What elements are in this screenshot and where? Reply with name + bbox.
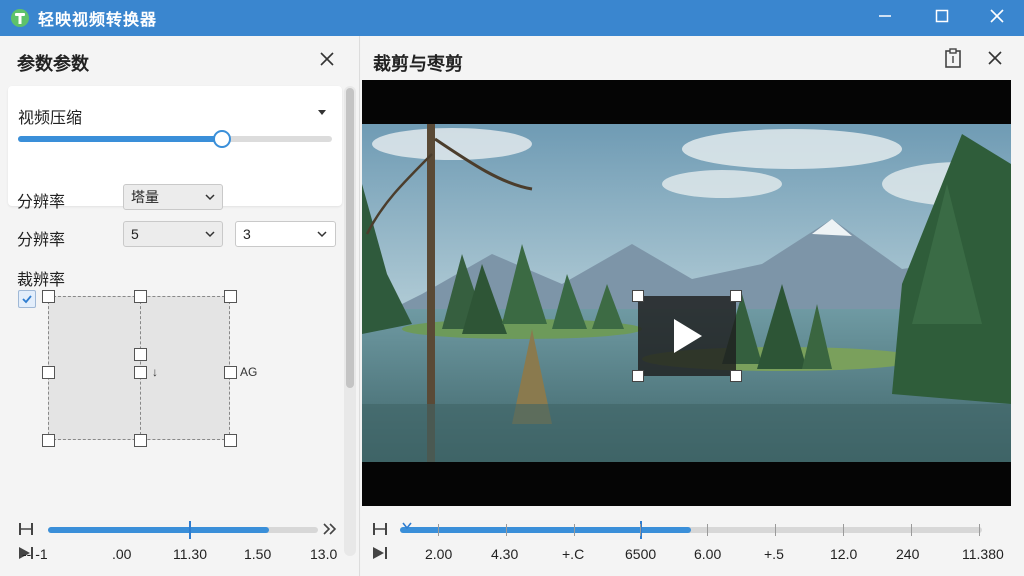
checkmark-icon <box>22 295 32 304</box>
timeline-tick <box>843 524 844 536</box>
right-timeline-label: 2.00 <box>425 546 453 562</box>
close-window-button[interactable] <box>972 0 1022 36</box>
resolution-select-b[interactable]: 3 <box>235 221 336 247</box>
timeline-tick <box>979 524 980 536</box>
resolution-label: 分辨率 <box>17 194 66 211</box>
skip-start-icon-right[interactable] <box>372 522 388 541</box>
right-timeline-label: 11.380 <box>962 546 1004 562</box>
left-timeline-label: 1.50 <box>244 546 272 562</box>
crop-value-text-2: AG <box>240 365 258 379</box>
crop-checkbox[interactable] <box>18 290 36 308</box>
clipboard-icon <box>944 47 962 73</box>
parameters-title: 参数参数 <box>17 54 89 74</box>
video-crop-handle-top-right[interactable] <box>730 290 742 302</box>
left-timeline-label: 11.30 <box>173 546 207 562</box>
maximize-icon <box>935 9 949 28</box>
compression-label: 视频压缩 <box>18 110 83 127</box>
dropdown-arrow-icon[interactable] <box>318 110 326 115</box>
resolution-label-2: 分辨率 <box>17 232 66 249</box>
resolution-select-b-value: 3 <box>243 226 251 242</box>
play-icon <box>674 319 702 353</box>
title-bar: 轻映视频转换器 <box>0 0 1024 36</box>
video-crop-handle-top-left[interactable] <box>632 290 644 302</box>
right-timeline-label: +.5 <box>764 546 784 562</box>
compression-slider-thumb[interactable] <box>213 130 232 148</box>
play-button[interactable] <box>638 296 736 376</box>
right-timeline-label: 12.0 <box>830 546 858 562</box>
chevron-down-icon <box>317 231 327 238</box>
crop-handle-center-upper[interactable] <box>134 348 147 361</box>
timeline-tick <box>640 524 641 536</box>
right-timeline-label: 6.00 <box>694 546 722 562</box>
right-timeline-fill <box>400 527 691 533</box>
resolution-select-a[interactable]: 5 <box>123 221 223 247</box>
crop-handle-top-left[interactable] <box>42 290 55 303</box>
quality-select[interactable]: 塔量 <box>123 184 223 210</box>
timeline-tick <box>574 524 575 536</box>
left-timeline-label: .00 <box>112 546 132 562</box>
skip-start-icon[interactable] <box>18 522 34 541</box>
timeline-tick <box>707 524 708 536</box>
left-timeline-label: -- -1 <box>22 546 48 562</box>
compression-slider-fill <box>18 136 223 142</box>
chevron-down-icon <box>205 194 215 201</box>
minimize-icon <box>878 9 892 28</box>
video-frame-image <box>362 124 1011 462</box>
video-crop-handle-bottom-left[interactable] <box>632 370 644 382</box>
left-timeline-label: 13.0 <box>310 546 338 562</box>
quality-select-value: 塔量 <box>131 189 159 205</box>
clipboard-button[interactable] <box>941 47 965 73</box>
left-timeline-track[interactable] <box>48 527 318 533</box>
crop-handle-mid-right[interactable] <box>224 366 237 379</box>
right-timeline-label: 240 <box>896 546 920 562</box>
close-icon <box>988 50 1002 70</box>
right-timeline-label: 4.30 <box>491 546 519 562</box>
compression-slider[interactable] <box>18 130 332 148</box>
crop-handle-mid-left[interactable] <box>42 366 55 379</box>
close-icon <box>990 8 1004 28</box>
minimize-button[interactable] <box>860 0 910 36</box>
crop-trim-title: 裁剪与枣剪 <box>373 54 463 74</box>
app-title: 轻映视频转换器 <box>38 12 158 29</box>
video-crop-handle-bottom-right[interactable] <box>730 370 742 382</box>
crop-value-text: ↓ <box>152 365 158 379</box>
timeline-tick <box>438 524 439 536</box>
crop-handle-top-right[interactable] <box>224 290 237 303</box>
close-icon <box>320 51 334 71</box>
maximize-button[interactable] <box>917 0 967 36</box>
crop-handle-bottom-mid[interactable] <box>134 434 147 447</box>
app-logo-icon <box>10 8 30 28</box>
crop-handle-top-mid[interactable] <box>134 290 147 303</box>
chevron-down-icon <box>205 231 215 238</box>
scrollbar-thumb[interactable] <box>346 88 354 388</box>
crop-handle-bottom-left[interactable] <box>42 434 55 447</box>
left-timeline-marker[interactable] <box>189 521 191 539</box>
crop-trim-panel: 裁剪与枣剪 <box>361 36 1024 576</box>
right-timeline-label: 6500 <box>625 546 657 562</box>
timeline-tick <box>911 524 912 536</box>
trim-start-marker-icon[interactable] <box>401 519 413 537</box>
left-timeline-fill <box>48 527 270 533</box>
resolution-select-a-value: 5 <box>131 226 139 242</box>
video-preview[interactable] <box>362 80 1011 506</box>
timeline-tick <box>506 524 507 536</box>
crop-handle-bottom-right[interactable] <box>224 434 237 447</box>
crop-trim-close-button[interactable] <box>983 48 1007 72</box>
right-timeline-label: +.C <box>562 546 585 562</box>
parameters-close-button[interactable] <box>316 50 338 72</box>
parameters-header: 参数参数 <box>0 36 360 84</box>
crop-handle-center[interactable] <box>134 366 147 379</box>
play-step-icon-right[interactable] <box>372 546 388 565</box>
right-timeline-track[interactable] <box>400 527 982 533</box>
crop-label: 裁辨率 <box>17 272 66 289</box>
timeline-tick <box>775 524 776 536</box>
skip-forward-icon[interactable] <box>322 522 338 541</box>
parameters-scrollbar[interactable] <box>344 86 356 556</box>
